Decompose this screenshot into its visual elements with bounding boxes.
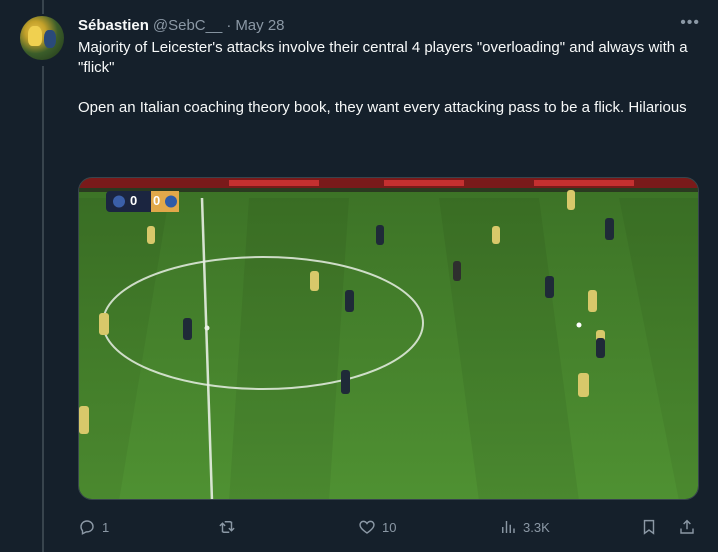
- tweet-date[interactable]: May 28: [235, 17, 284, 34]
- reply-count: 1: [102, 519, 110, 535]
- football-pitch-image: [79, 178, 698, 499]
- views-icon: [502, 521, 515, 533]
- author-name[interactable]: Sébastien: [78, 17, 149, 34]
- home-score: 0: [130, 193, 138, 208]
- views-button[interactable]: 3.3K: [499, 516, 550, 538]
- tweet-body: Sébastien @SebC__ · May 28 ••• Majority …: [78, 14, 700, 118]
- bookmark-icon: [643, 519, 655, 535]
- like-count: 10: [382, 519, 397, 535]
- tweet-actions: 1 10 3.3K: [78, 516, 700, 538]
- more-options-icon[interactable]: •••: [680, 15, 700, 31]
- tweet-header: Sébastien @SebC__ · May 28: [78, 14, 700, 36]
- author-handle[interactable]: @SebC__: [153, 17, 222, 34]
- share-icon: [680, 519, 694, 534]
- like-icon: [359, 520, 375, 534]
- avatar[interactable]: [20, 16, 64, 60]
- retweet-button[interactable]: [218, 516, 242, 538]
- thread-line: [42, 66, 44, 552]
- tweet-text: Majority of Leicester's attacks involve …: [78, 39, 688, 116]
- like-button[interactable]: 10: [358, 516, 396, 538]
- bookmark-button[interactable]: [640, 516, 658, 538]
- reply-icon: [80, 520, 94, 535]
- reply-button[interactable]: 1: [78, 516, 109, 538]
- share-button[interactable]: [678, 516, 696, 538]
- tweet-media-image[interactable]: 0 0: [78, 177, 699, 500]
- away-score: 0: [153, 193, 161, 208]
- separator: ·: [226, 16, 232, 34]
- thread-line-top: [42, 0, 44, 14]
- retweet-icon: [219, 521, 235, 533]
- views-count: 3.3K: [523, 519, 550, 535]
